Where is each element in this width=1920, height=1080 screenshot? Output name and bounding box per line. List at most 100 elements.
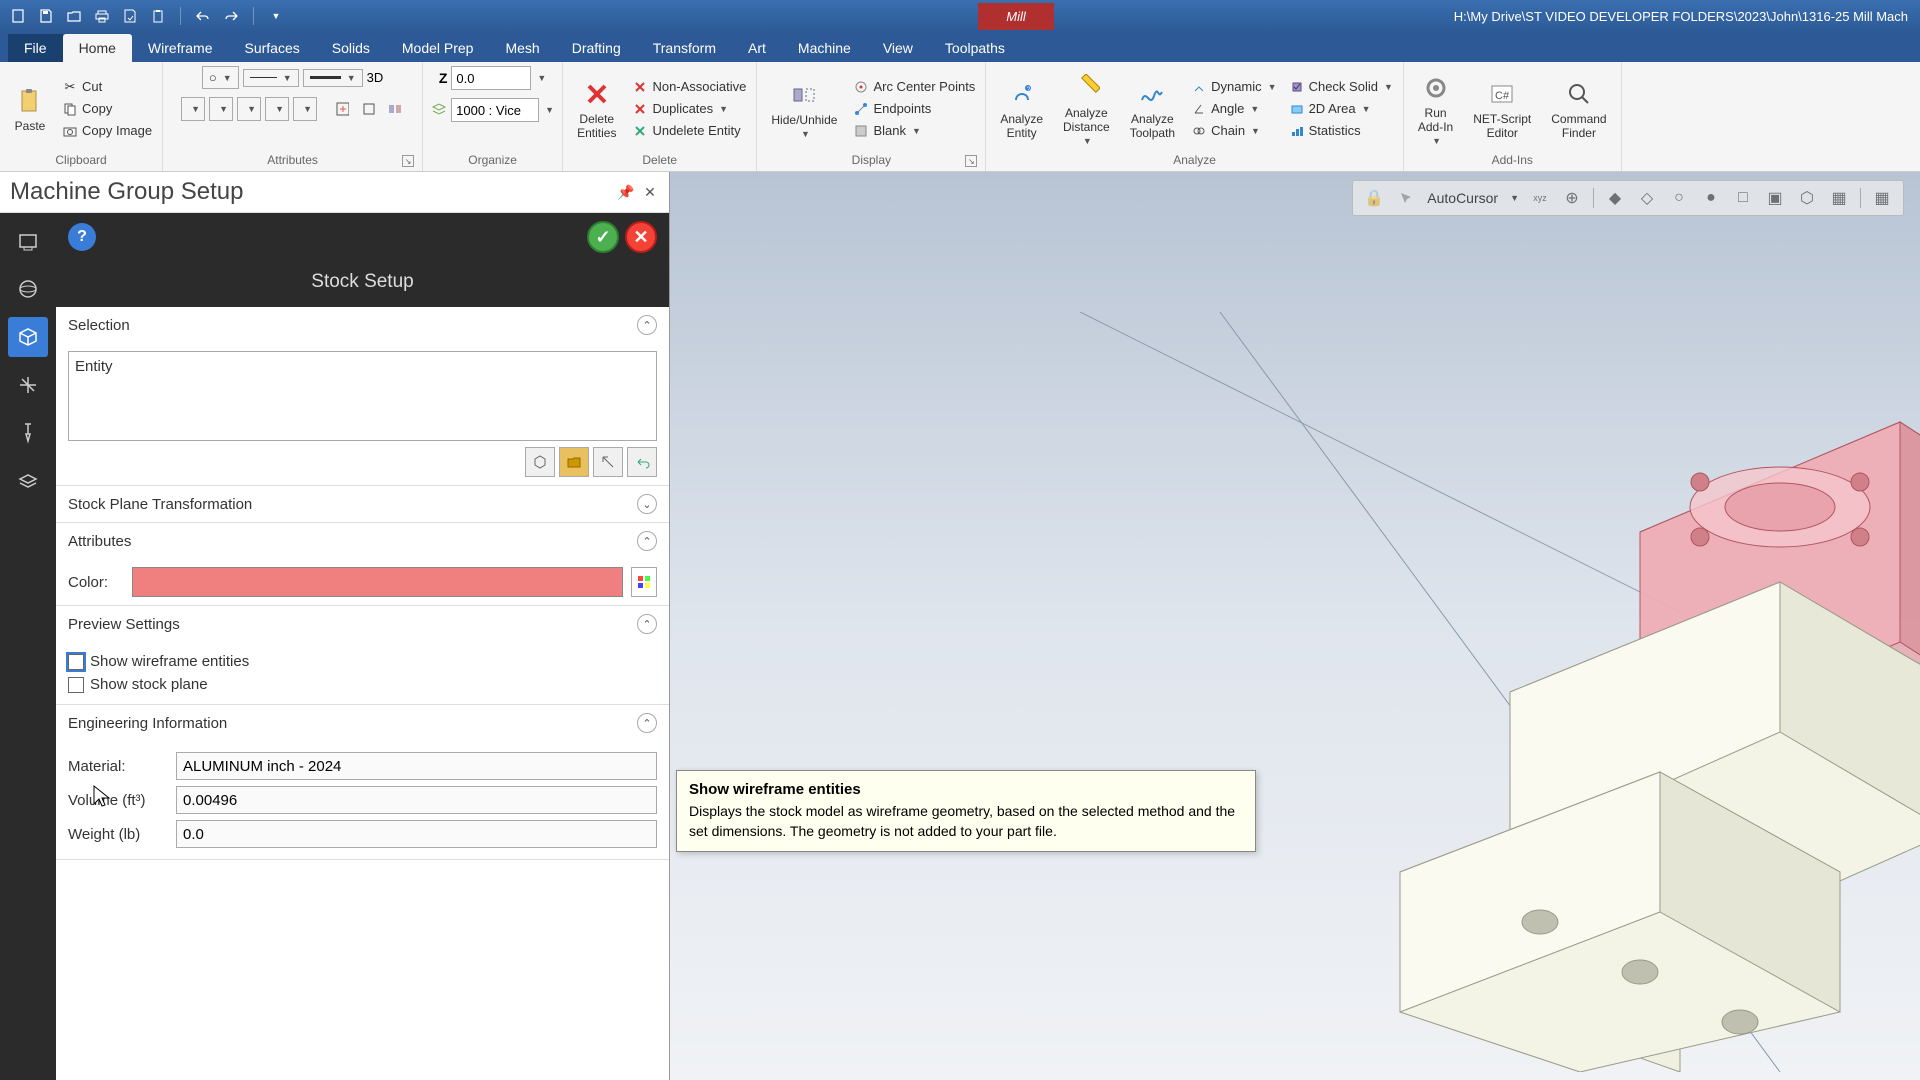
snap7-icon[interactable]: ⬡ [1796, 187, 1818, 209]
command-finder-button[interactable]: Command Finder [1543, 74, 1614, 144]
analyze-entity-button[interactable]: ? Analyze Entity [992, 74, 1051, 144]
lineweight-button[interactable]: ▼ [303, 69, 363, 87]
clipboard-icon[interactable] [148, 6, 168, 26]
sidebar-item-stock[interactable] [8, 317, 48, 357]
snap5-icon[interactable]: □ [1732, 187, 1754, 209]
snap1-icon[interactable]: ◆ [1604, 187, 1626, 209]
blank-button[interactable]: Blank▼ [849, 121, 979, 141]
copyimage-button[interactable]: Copy Image [58, 121, 156, 141]
tab-home[interactable]: Home [63, 34, 132, 62]
circle-style-button[interactable]: ○▼ [202, 66, 239, 89]
angle-button[interactable]: Angle▼ [1187, 99, 1281, 119]
2darea-button[interactable]: 2D Area▼ [1285, 99, 1397, 119]
checkbox-wireframe[interactable] [68, 654, 84, 670]
analyze-distance-button[interactable]: Analyze Distance▼ [1055, 68, 1118, 150]
duplicates-button[interactable]: Duplicates▼ [628, 99, 750, 119]
entity-cube-button[interactable] [525, 447, 555, 477]
attr-btn5[interactable]: ▼ [293, 97, 317, 121]
ok-button[interactable]: ✓ [587, 221, 619, 253]
statistics-button[interactable]: Statistics [1285, 121, 1397, 141]
snap6-icon[interactable]: ▣ [1764, 187, 1786, 209]
entity-undo-button[interactable] [627, 447, 657, 477]
arc-center-button[interactable]: Arc Center Points [849, 77, 979, 97]
undelete-button[interactable]: Undelete Entity [628, 121, 750, 141]
checksolid-button[interactable]: Check Solid▼ [1285, 77, 1397, 97]
tab-transform[interactable]: Transform [637, 34, 732, 62]
tab-toolpaths[interactable]: Toolpaths [929, 34, 1021, 62]
weight-input[interactable] [176, 820, 657, 848]
attributes-launcher[interactable]: ↘ [402, 155, 414, 167]
endpoints-button[interactable]: Endpoints [849, 99, 979, 119]
hide-unhide-button[interactable]: Hide/Unhide▼ [763, 75, 845, 143]
snap3-icon[interactable]: ○ [1668, 187, 1690, 209]
saveas-icon[interactable] [120, 6, 140, 26]
nonassoc-button[interactable]: Non-Associative [628, 77, 750, 97]
xyz-icon[interactable]: xyz [1529, 187, 1551, 209]
attr-btn4[interactable]: ▼ [265, 97, 289, 121]
cancel-button[interactable]: ✕ [625, 221, 657, 253]
redo-icon[interactable] [221, 6, 241, 26]
checkbox-stockplane[interactable] [68, 677, 84, 693]
section-stockplane-header[interactable]: Stock Plane Transformation ⌄ [56, 486, 669, 522]
attr-btn6[interactable] [331, 98, 353, 120]
dynamic-button[interactable]: Dynamic▼ [1187, 77, 1281, 97]
undo-icon[interactable] [193, 6, 213, 26]
close-icon[interactable]: ✕ [641, 183, 659, 201]
entity-arrow-button[interactable] [593, 447, 623, 477]
z-input[interactable] [451, 66, 531, 90]
tab-drafting[interactable]: Drafting [556, 34, 637, 62]
chain-button[interactable]: Chain▼ [1187, 121, 1281, 141]
material-input[interactable] [176, 752, 657, 780]
run-addin-button[interactable]: Run Add-In▼ [1410, 68, 1461, 150]
snap8-icon[interactable]: ▦ [1828, 187, 1850, 209]
snap2-icon[interactable]: ◇ [1636, 187, 1658, 209]
save-icon[interactable] [36, 6, 56, 26]
lock-icon[interactable]: 🔒 [1363, 187, 1385, 209]
sidebar-item-tool[interactable] [8, 413, 48, 453]
section-preview-header[interactable]: Preview Settings ⌃ [56, 606, 669, 642]
stockplane-checkbox-row[interactable]: Show stock plane [68, 673, 657, 696]
help-button[interactable]: ? [68, 223, 96, 251]
analyze-toolpath-button[interactable]: Analyze Toolpath [1122, 74, 1183, 144]
section-attributes-header[interactable]: Attributes ⌃ [56, 523, 669, 559]
attr-btn3[interactable]: ▼ [237, 97, 261, 121]
linestyle-button[interactable]: ▼ [243, 69, 299, 87]
snap4-icon[interactable]: ● [1700, 187, 1722, 209]
grid-icon[interactable]: ▦ [1871, 187, 1893, 209]
attr-btn2[interactable]: ▼ [209, 97, 233, 121]
cut-button[interactable]: ✂Cut [58, 77, 156, 97]
section-selection-header[interactable]: Selection ⌃ [56, 307, 669, 343]
tab-file[interactable]: File [8, 34, 63, 62]
attr-btn8[interactable] [383, 98, 405, 120]
entity-list[interactable]: Entity [68, 351, 657, 441]
autocursor-label[interactable]: AutoCursor [1427, 190, 1498, 206]
sidebar-item-machine[interactable] [8, 221, 48, 261]
tab-surfaces[interactable]: Surfaces [228, 34, 315, 62]
color-picker-button[interactable] [631, 567, 657, 597]
sidebar-item-sphere1[interactable] [8, 269, 48, 309]
level-input[interactable] [451, 98, 539, 122]
print-icon[interactable] [92, 6, 112, 26]
context-tab-mill[interactable]: Mill [978, 3, 1054, 30]
tab-wireframe[interactable]: Wireframe [132, 34, 229, 62]
display-launcher[interactable]: ↘ [965, 155, 977, 167]
tab-solids[interactable]: Solids [316, 34, 386, 62]
attr-btn1[interactable]: ▼ [181, 97, 205, 121]
attr-btn7[interactable] [357, 98, 379, 120]
tab-art[interactable]: Art [732, 34, 782, 62]
pin-icon[interactable]: 📌 [617, 183, 635, 201]
cursor-mode-icon[interactable] [1395, 187, 1417, 209]
entity-folder-button[interactable] [559, 447, 589, 477]
netscript-button[interactable]: C# NET-Script Editor [1465, 74, 1539, 144]
new-icon[interactable] [8, 6, 28, 26]
tab-machine[interactable]: Machine [782, 34, 867, 62]
tab-modelprep[interactable]: Model Prep [386, 34, 490, 62]
sidebar-item-axes[interactable] [8, 365, 48, 405]
delete-entities-button[interactable]: Delete Entities [569, 74, 624, 144]
volume-input[interactable] [176, 786, 657, 814]
copy-button[interactable]: Copy [58, 99, 156, 119]
section-engineering-header[interactable]: Engineering Information ⌃ [56, 705, 669, 741]
viewport-3d[interactable]: 🔒 AutoCursor ▼ xyz ⊕ ◆ ◇ ○ ● □ ▣ ⬡ ▦ ▦ [670, 172, 1920, 1080]
tab-view[interactable]: View [867, 34, 929, 62]
sidebar-item-material[interactable] [8, 461, 48, 501]
